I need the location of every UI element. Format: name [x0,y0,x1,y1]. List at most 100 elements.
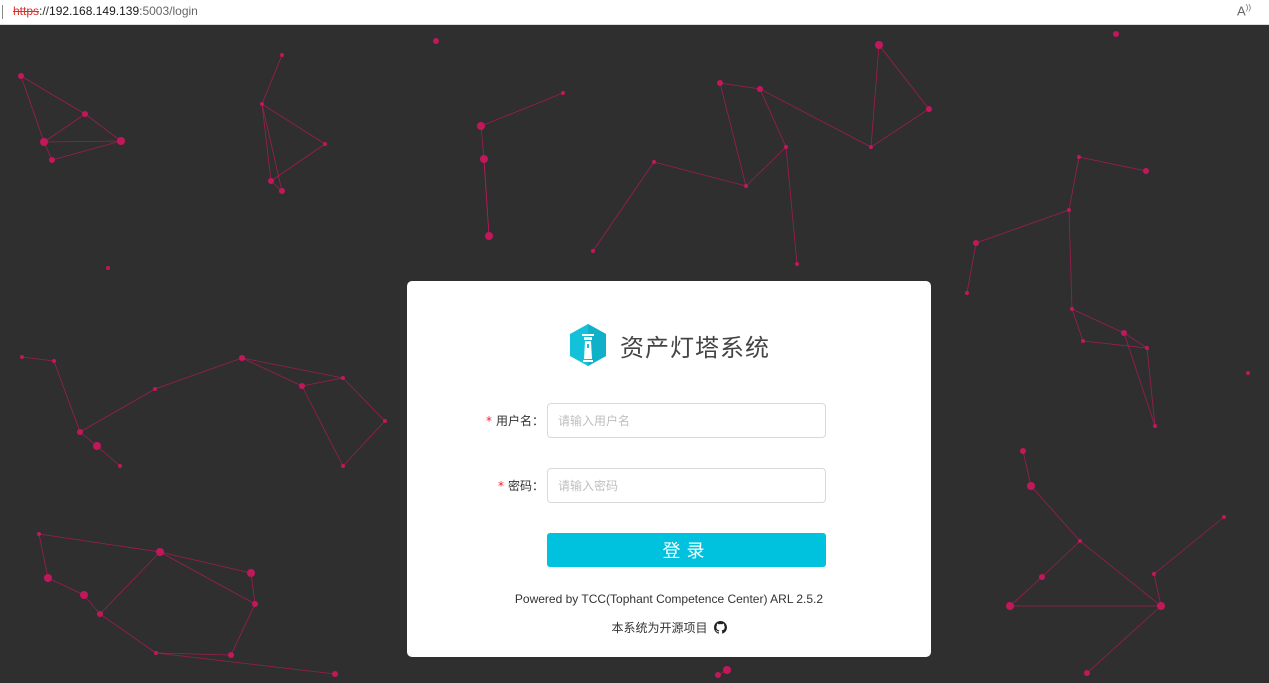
network-edge [592,161,655,252]
network-edge [1022,450,1032,487]
network-edge [342,420,386,467]
network-edge [84,113,122,142]
network-node [1067,208,1071,212]
network-node [591,249,595,253]
network-edge [47,577,85,596]
network-edge [870,108,930,148]
network-node [1006,602,1014,610]
network-node [280,53,284,57]
network-edge [20,75,86,115]
network-edge [301,377,344,387]
open-source-text: 本系统为开源项目 [611,621,708,635]
network-node [869,145,873,149]
read-aloud-icon[interactable]: A)) [1237,3,1251,18]
network-node [156,548,164,556]
network-node [383,419,387,423]
network-edge [38,533,161,553]
network-node [247,569,255,577]
network-edge [1079,540,1162,607]
url-text[interactable]: https://192.168.149.139:5003/login [13,4,198,18]
network-edge [301,385,344,467]
network-node [153,387,157,391]
username-label-text: 用户名： [495,414,544,428]
network-node [93,442,101,450]
password-input[interactable] [547,468,826,503]
username-row: * 用户名： [407,403,931,438]
network-node [480,155,488,163]
url-path: :5003/login [139,4,198,18]
network-node [279,188,285,194]
network-node [723,666,731,674]
network-edge [966,242,977,294]
network-edge [342,377,386,422]
network-edge [1041,540,1081,578]
network-node [1222,515,1226,519]
network-node [1246,371,1250,375]
text-caret [2,5,3,19]
network-node [44,574,52,582]
network-edge [241,357,344,379]
network-node [1020,448,1026,454]
network-node [37,532,41,536]
network-node [154,651,158,655]
network-node [485,232,493,240]
network-edge [21,356,55,362]
login-card: 资产灯塔系统 *用户名： *密码： 登录 Powered by TCC(Toph… [407,281,931,657]
network-node [341,376,345,380]
network-node [715,672,721,678]
network-edge [1009,576,1043,607]
brand-header: 资产灯塔系统 [407,323,931,367]
network-edge [719,82,761,90]
network-node [965,291,969,295]
network-node [1121,330,1127,336]
network-node [118,464,122,468]
network-edge [250,572,256,605]
open-source-note: 本系统为开源项目 [407,619,931,636]
password-label: * 密码： [498,477,544,494]
network-edge [1068,209,1073,310]
network-node [433,38,439,44]
network-node [299,383,305,389]
network-node [106,266,110,270]
network-edge [99,613,157,654]
network-node [252,601,258,607]
network-node [260,102,264,106]
network-node [268,178,274,184]
network-edge [159,551,252,574]
network-node [77,429,83,435]
network-edge [51,140,122,161]
network-edge [230,603,256,656]
network-node [97,611,103,617]
network-node [117,137,125,145]
network-node [239,355,245,361]
network-node [744,184,748,188]
network-node [18,73,24,79]
login-button[interactable]: 登录 [547,533,826,567]
network-node [652,160,656,164]
password-label-text: 密码： [507,479,544,493]
network-node [926,106,932,112]
network-node [1113,31,1119,37]
network-node [1157,602,1165,610]
lighthouse-icon [570,324,606,366]
network-node [323,142,327,146]
network-node [1027,482,1035,490]
github-icon[interactable] [713,621,727,634]
network-edge [241,357,303,387]
username-input[interactable] [547,403,826,438]
network-edge [759,88,872,148]
network-edge [53,360,81,433]
network-node [875,41,883,49]
network-edge [155,652,336,675]
network-node [717,80,723,86]
network-edge [1086,605,1162,674]
network-node [332,671,338,677]
network-edge [159,551,256,605]
network-node [1143,168,1149,174]
address-bar[interactable]: https://192.168.149.139:5003/login A)) [0,0,1269,25]
network-node [757,86,763,92]
network-node [1039,574,1045,580]
network-node [795,262,799,266]
network-edge [96,445,121,467]
network-edge [1071,308,1084,342]
